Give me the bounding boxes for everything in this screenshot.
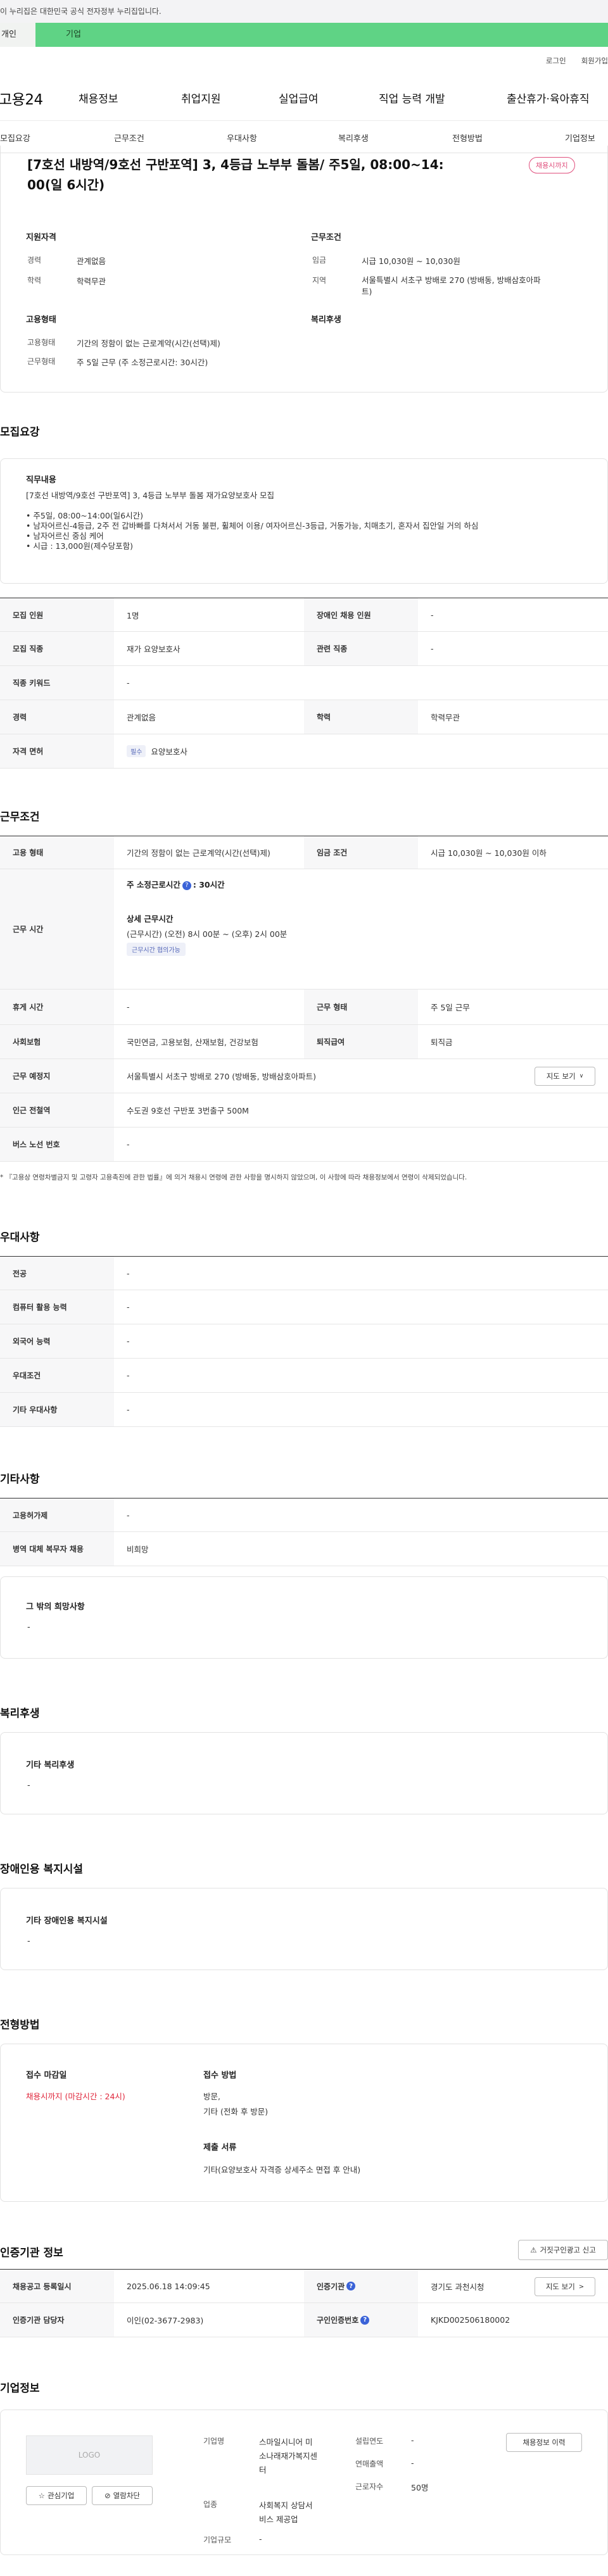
tab-person[interactable]: 개인 bbox=[0, 23, 35, 47]
company-box: LOGO ☆ 관심기업 ⊘ 열람차단 기업명 스마일시니어 미 소나래재가복지센 터… bbox=[0, 2410, 608, 2555]
emp-value: 기간의 정함이 없는 근로계약(시간(선택)제) bbox=[77, 339, 220, 348]
report-fake-ad-button[interactable]: ⚠ 거짓구인광고 신고 bbox=[518, 2240, 608, 2260]
disabled-box: 기타 장애인용 복지시설 - bbox=[0, 1888, 608, 1970]
table-row: 병역 대체 복무자 채용 비희망 bbox=[0, 1532, 608, 1566]
table-row: 버스 노선 번호 - bbox=[0, 1128, 608, 1162]
deadline-value: 채용시까지 (마감시간 : 24시) bbox=[26, 2092, 125, 2101]
table-row: 휴게 시간 - 근무 형태 주 5일 근무 bbox=[0, 990, 608, 1025]
table-row: 컴퓨터 활용 능력 - bbox=[0, 1290, 608, 1324]
table-row: 경력 관계없음 학력 학력무관 bbox=[0, 700, 608, 734]
brand-logo[interactable]: 고용24 bbox=[0, 87, 43, 109]
qual-heading: 지원자격 bbox=[26, 233, 56, 242]
section-title-prefer: 우대사항 bbox=[0, 1231, 40, 1244]
favorite-company-button[interactable]: ☆ 관심기업 bbox=[26, 2486, 87, 2505]
section-title-recruit: 모집요강 bbox=[0, 426, 40, 439]
qual-value: 관계없음 bbox=[77, 256, 106, 266]
gov-banner: 이 누리집은 대한민국 공식 전자정부 누리집입니다. bbox=[0, 0, 608, 23]
table-row: 우대조건 - bbox=[0, 1359, 608, 1393]
nav-work-conditions[interactable]: 근무조건 bbox=[114, 132, 144, 144]
chevron-right-icon: > bbox=[578, 2283, 585, 2290]
summary-card: [7호선 내방역/9호선 구반포역] 3, 4등급 노부부 돌봄/ 주5일, 0… bbox=[0, 146, 608, 393]
hours-negotiable-chip: 근무시간 협의가능 bbox=[127, 943, 186, 956]
table-row: 직종 키워드 - bbox=[0, 666, 608, 700]
emp-heading: 고용형태 bbox=[26, 315, 56, 325]
gnb-item-jobs[interactable]: 채용정보 bbox=[79, 90, 118, 106]
nav-recruit[interactable]: 모집요강 bbox=[0, 132, 30, 144]
block-view-button[interactable]: ⊘ 열람차단 bbox=[92, 2486, 153, 2505]
section-title-welfare: 복리후생 bbox=[0, 1707, 40, 1720]
company-name: 스마일시니어 미 소나래재가복지센 터 bbox=[259, 2437, 318, 2475]
section-title-cert: 인증기관 정보 bbox=[0, 2247, 63, 2259]
gnb-item-job-training[interactable]: 직업 능력 개발 bbox=[379, 90, 445, 106]
table-row: 인증기관 담당자 이인(02-3677-2983) 구인인증번호? KJKD00… bbox=[0, 2303, 608, 2337]
user-type-tabs: 개인 기업 bbox=[0, 23, 608, 47]
block-icon: ⊘ bbox=[104, 2491, 111, 2500]
section-title-disabled: 장애인용 복지시설 bbox=[0, 1863, 84, 1876]
duty-heading: 직무내용 bbox=[26, 475, 56, 485]
cond-heading: 근무조건 bbox=[311, 233, 341, 242]
cond-value: 서울특별시 서초구 방배로 270 (방배동, 방배삼호아파 트) bbox=[362, 275, 541, 296]
table-row: 사회보험 국민연금, 고용보험, 산재보험, 건강보험 퇴직급여 퇴직금 bbox=[0, 1025, 608, 1059]
table-row: 근무 예정지 서울특별시 서초구 방배로 270 (방배동, 방배삼호아파트) … bbox=[0, 1059, 608, 1093]
duty-content: [7호선 내방역/9호선 구반포역] 3, 4등급 노부부 돌봄 재가요양보호사… bbox=[26, 491, 479, 551]
section-title-company: 기업정보 bbox=[0, 2382, 40, 2395]
other-wishes-box: 그 밖의 희망사항 - bbox=[0, 1576, 608, 1659]
info-icon[interactable]: ? bbox=[360, 2315, 370, 2325]
gnb-item-parental-leave[interactable]: 출산휴가·육아휴직 bbox=[507, 90, 590, 106]
star-icon: ☆ bbox=[38, 2491, 45, 2500]
table-row: 인근 전철역 수도권 9호선 구반포 3번출구 500M bbox=[0, 1093, 608, 1128]
welfare-box: 기타 복리후생 - bbox=[0, 1732, 608, 1814]
nav-company[interactable]: 기업정보 bbox=[565, 132, 595, 144]
emp-label: 근무형태 bbox=[27, 357, 56, 366]
nav-preferences[interactable]: 우대사항 bbox=[227, 132, 257, 144]
table-row: 외국어 능력 - bbox=[0, 1324, 608, 1359]
signup-link[interactable]: 회원가입 bbox=[581, 56, 608, 65]
welfare-heading: 복리후생 bbox=[311, 315, 341, 325]
info-icon[interactable]: ? bbox=[346, 2282, 356, 2290]
tab-business[interactable]: 기업 bbox=[66, 23, 81, 47]
qual-value: 학력무관 bbox=[77, 277, 106, 286]
table-row: 모집 인원 1명 장애인 채용 인원 - bbox=[0, 598, 608, 632]
emp-label: 고용형태 bbox=[27, 338, 56, 347]
nav-screening[interactable]: 전형방법 bbox=[452, 132, 483, 144]
emp-value: 주 5일 근무 (주 소정근로시간: 30시간) bbox=[77, 358, 208, 367]
company-industry: 사회복지 상담서 비스 제공업 bbox=[259, 2501, 313, 2524]
nav-welfare[interactable]: 복리후생 bbox=[338, 132, 369, 144]
duty-box: 직무내용 [7호선 내방역/9호선 구반포역] 3, 4등급 노부부 돌봄 재가… bbox=[0, 458, 608, 584]
age-note: * 『고용상 연령차별금지 및 고령자 고용촉진에 관한 법률』에 의거 채용시… bbox=[0, 1174, 467, 1181]
siren-icon: ⚠ bbox=[530, 2246, 537, 2254]
login-link[interactable]: 로그인 bbox=[546, 56, 566, 65]
table-row: 자격 면허 필수 요양보호사 bbox=[0, 734, 608, 769]
qual-label: 학력 bbox=[27, 276, 42, 285]
map-view-button[interactable]: 지도 보기 ∨ bbox=[535, 1067, 595, 1086]
gnb-item-employment-support[interactable]: 취업지원 bbox=[181, 90, 221, 106]
cond-value: 시급 10,030원 ~ 10,030원 bbox=[362, 256, 460, 266]
section-title-screening: 전형방법 bbox=[0, 2019, 40, 2032]
job-history-button[interactable]: 채용정보 이력 bbox=[506, 2433, 582, 2452]
table-row: 근무 시간 주 소정근로시간?: 30시간 상세 근무시간 (근무시간) (오전… bbox=[0, 869, 608, 990]
table-row: 고용 형태 기간의 정함이 없는 근로계약(시간(선택)제) 임금 조건 시급 … bbox=[0, 836, 608, 869]
table-row: 기타 우대사항 - bbox=[0, 1393, 608, 1427]
table-row: 채용공고 등록일시 2025.06.18 14:09:45 인증기관? 경기도 … bbox=[0, 2270, 608, 2303]
cond-label: 지역 bbox=[312, 276, 327, 285]
utility-links: 로그인 회원가입 bbox=[531, 56, 608, 66]
company-logo: LOGO bbox=[26, 2435, 153, 2475]
required-chip: 필수 bbox=[127, 745, 146, 757]
section-title-work: 근무조건 bbox=[0, 811, 40, 824]
table-row: 모집 직종 재가 요양보호사 관련 직종 - bbox=[0, 632, 608, 666]
screening-box: 접수 마감일 채용시까지 (마감시간 : 24시) 접수 방법 방문, 기타 (… bbox=[0, 2044, 608, 2202]
cond-label: 임금 bbox=[312, 256, 327, 265]
gnb-item-unemployment-benefit[interactable]: 실업급여 bbox=[279, 90, 319, 106]
table-row: 고용허가제 - bbox=[0, 1498, 608, 1532]
agency-map-button[interactable]: 지도 보기 > bbox=[535, 2277, 595, 2296]
chevron-down-icon: ∨ bbox=[579, 1073, 584, 1079]
section-title-etc: 기타사항 bbox=[0, 1473, 40, 1486]
job-title: [7호선 내방역/9호선 구반포역] 3, 4등급 노부부 돌봄/ 주5일, 0… bbox=[27, 157, 444, 192]
status-badge: 채용시까지 bbox=[529, 157, 575, 173]
qual-label: 경력 bbox=[27, 256, 42, 265]
table-row: 전공 - bbox=[0, 1257, 608, 1290]
info-icon[interactable]: ? bbox=[182, 881, 191, 890]
